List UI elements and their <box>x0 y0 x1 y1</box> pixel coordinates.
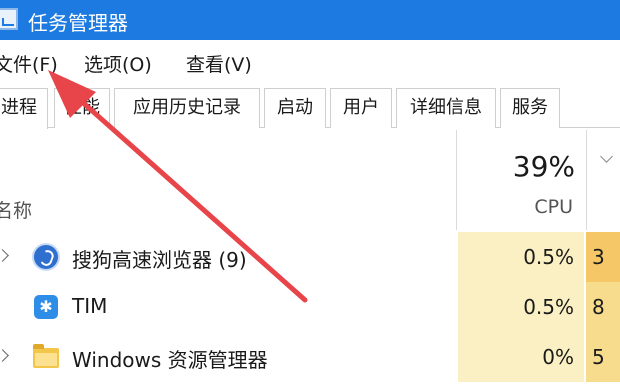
tab-startup[interactable]: 启动 <box>264 88 326 128</box>
process-cpu: 0.5% <box>458 232 584 282</box>
process-memory: 3 <box>586 232 620 282</box>
chevron-down-icon[interactable] <box>600 150 613 163</box>
process-cpu: 0.5% <box>458 282 584 332</box>
process-name: 搜狗高速浏览器 (9) <box>72 248 247 272</box>
menu-bar: 文件(F) 选项(O) 查看(V) <box>0 40 620 84</box>
column-divider <box>456 130 457 230</box>
window-title: 任务管理器 <box>28 11 128 35</box>
tab-performance[interactable]: 性能 <box>54 88 110 128</box>
process-row[interactable]: 搜狗高速浏览器 (9) 0.5% 3 <box>0 232 620 282</box>
menu-options[interactable]: 选项(O) <box>84 50 152 77</box>
title-bar: 任务管理器 <box>0 0 620 40</box>
tab-services[interactable]: 服务 <box>500 88 560 128</box>
cpu-column-header[interactable]: CPU <box>460 196 573 218</box>
process-cpu: 0% <box>458 332 584 382</box>
tab-details[interactable]: 详细信息 <box>396 88 496 128</box>
tab-users[interactable]: 用户 <box>330 88 392 128</box>
menu-view[interactable]: 查看(V) <box>186 50 252 77</box>
tim-icon: ✱ <box>34 295 58 319</box>
process-name: TIM <box>72 294 108 318</box>
name-column-header[interactable]: 名称 <box>0 196 32 223</box>
process-name: Windows 资源管理器 <box>72 348 268 372</box>
sogou-browser-icon <box>34 245 58 269</box>
menu-file[interactable]: 文件(F) <box>0 50 58 77</box>
cpu-total-percent: 39% <box>512 150 575 183</box>
process-memory: 5 <box>586 332 620 382</box>
column-divider <box>586 130 587 230</box>
process-row[interactable]: Windows 资源管理器 0% 5 <box>0 332 620 382</box>
tab-bar: 进程 性能 应用历史记录 启动 用户 详细信息 服务 <box>0 84 620 129</box>
folder-icon <box>33 344 59 368</box>
task-manager-icon <box>0 8 18 30</box>
expand-chevron-icon[interactable] <box>0 349 9 362</box>
tab-processes[interactable]: 进程 <box>0 88 48 129</box>
process-row[interactable]: ✱ TIM 0.5% 8 <box>0 282 620 332</box>
expand-chevron-icon[interactable] <box>0 249 9 262</box>
tab-app-history[interactable]: 应用历史记录 <box>114 88 260 128</box>
process-memory: 8 <box>586 282 620 332</box>
